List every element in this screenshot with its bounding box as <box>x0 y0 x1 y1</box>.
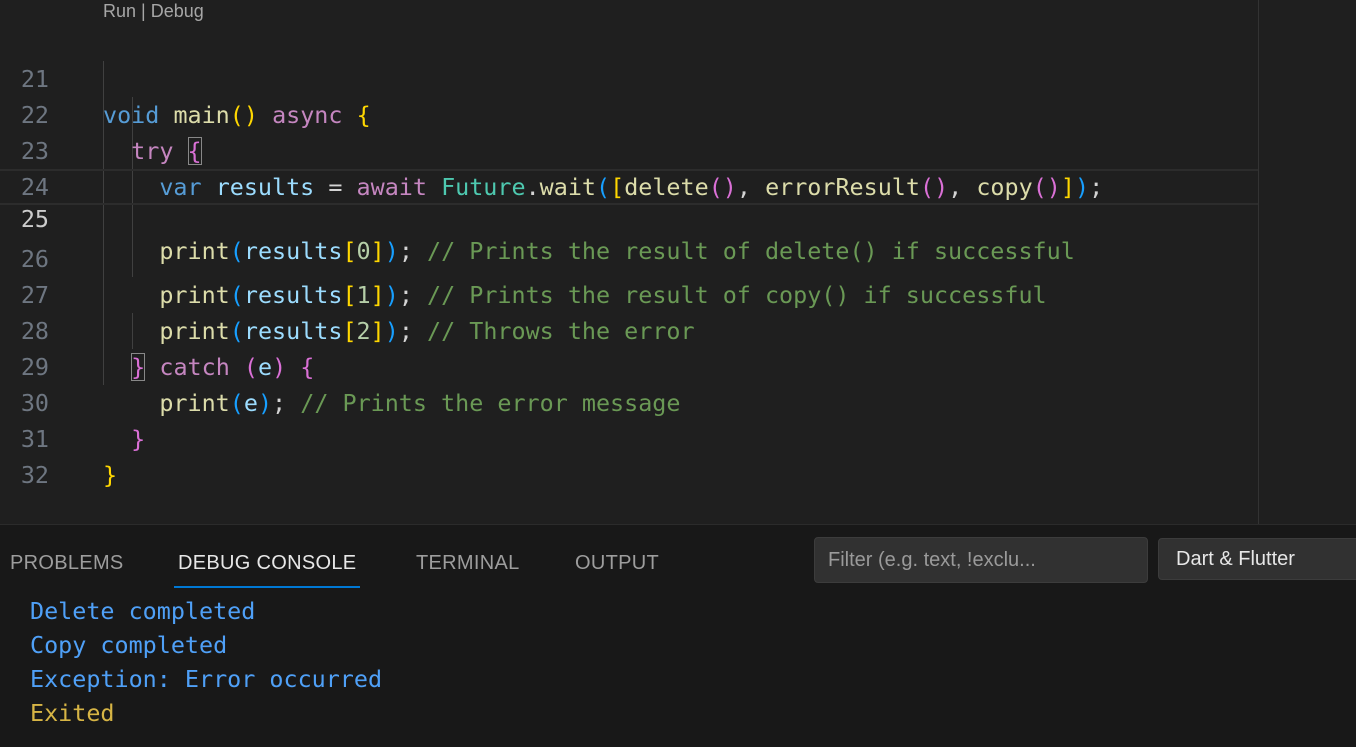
bottom-panel: PROBLEMS DEBUG CONSOLE TERMINAL OUTPUT D… <box>0 524 1356 747</box>
console-output-line: Delete completed <box>30 597 256 625</box>
console-output-line: Copy completed <box>30 631 228 659</box>
line-number: 32 <box>20 461 49 489</box>
line-content: } <box>103 461 118 489</box>
code-line[interactable]: 23 var results = await Future.wait([dele… <box>0 97 1258 201</box>
editor-ruler <box>1258 0 1259 524</box>
debug-source-select[interactable]: Dart & Flutter <box>1158 538 1356 580</box>
codelens-debug-link[interactable]: Debug <box>151 1 204 21</box>
code-line-current[interactable]: 25 print(results[0]); // Prints the resu… <box>0 169 1258 265</box>
code-line[interactable]: 30 } <box>0 349 1258 453</box>
code-line[interactable]: 29 print(e); // Prints the error message <box>0 313 1258 417</box>
tab-terminal[interactable]: TERMINAL <box>416 539 520 587</box>
code-line[interactable]: 24 <box>0 133 1258 201</box>
tab-debug-console[interactable]: DEBUG CONSOLE <box>173 539 361 588</box>
code-line[interactable]: 27 print(results[2]); // Throws the erro… <box>0 241 1258 345</box>
code-line[interactable]: 22 try { <box>0 61 1258 165</box>
code-editor[interactable]: Run | Debug 21 void main() async { 22 tr… <box>0 0 1356 524</box>
code-line[interactable]: 31 } <box>0 385 1258 489</box>
codelens-run-link[interactable]: Run <box>103 1 136 21</box>
tab-problems[interactable]: PROBLEMS <box>10 539 124 587</box>
console-output-line: Exited <box>30 699 115 727</box>
code-line[interactable]: 32 <box>0 421 1258 489</box>
code-line[interactable]: 28 } catch (e) { <box>0 277 1258 381</box>
codelens: Run | Debug <box>103 0 204 22</box>
tab-output[interactable]: OUTPUT <box>575 539 659 587</box>
code-line[interactable]: 21 void main() async { <box>0 25 1258 129</box>
debug-console-filter-input[interactable] <box>814 537 1148 583</box>
console-output-line: Exception: Error occurred <box>30 665 383 693</box>
codelens-separator: | <box>141 1 146 21</box>
code-line[interactable]: 26 print(results[1]); // Prints the resu… <box>0 205 1258 309</box>
